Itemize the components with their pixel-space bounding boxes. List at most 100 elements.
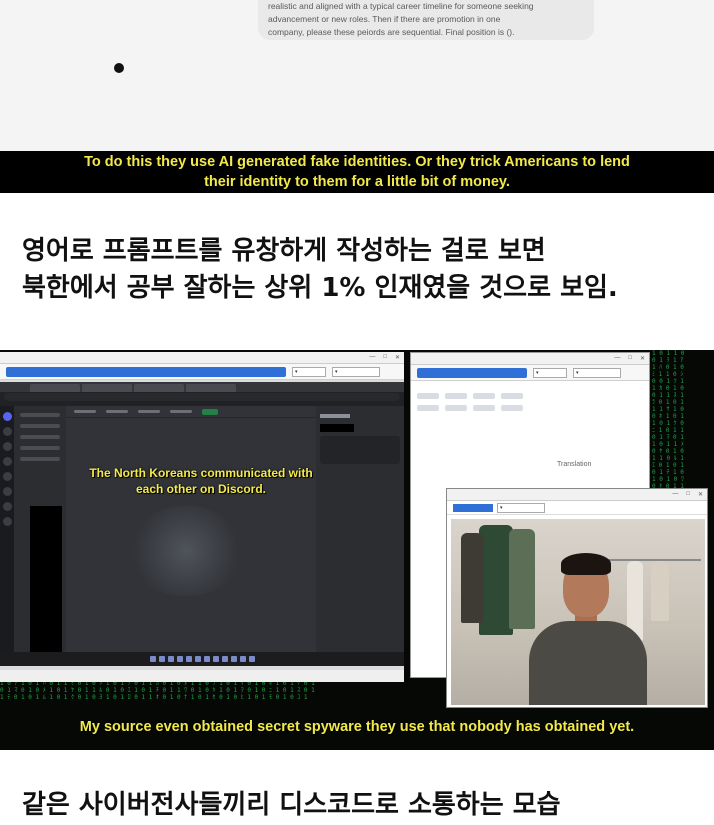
close-icon[interactable]: ✕ [395, 354, 400, 361]
discord-server-icon[interactable] [2, 442, 12, 451]
taskbar-icon[interactable] [248, 656, 255, 662]
overlay-caption-line-1: The North Koreans communicated with [89, 466, 313, 480]
maximize-icon[interactable]: □ [686, 491, 690, 498]
text-mode-tab[interactable] [417, 393, 439, 399]
subtitle-text: My source even obtained secret spyware t… [79, 719, 635, 735]
device-select[interactable]: ▾ [573, 367, 621, 378]
empty-state-illustration [126, 506, 246, 596]
camera-select[interactable]: ▾ [497, 502, 545, 513]
minimize-icon[interactable]: — [614, 355, 620, 362]
taskbar-icon[interactable] [185, 656, 192, 662]
person-body [529, 621, 647, 705]
taskbar-icon[interactable] [221, 656, 228, 662]
taskbar-icon[interactable] [149, 656, 156, 662]
taskbar-icon[interactable] [176, 656, 183, 662]
active-now-title [320, 414, 350, 418]
prompt-line-2: advancement or new roles. Then if there … [268, 14, 501, 24]
person-hair [561, 553, 611, 575]
subtitle-text: To do this they use AI generated fake id… [84, 152, 630, 192]
discord-server-icon[interactable] [2, 517, 12, 526]
browser-tabs [0, 382, 404, 392]
clothes-rack [601, 559, 701, 561]
capture-toolbar: ▾ ▾ [0, 364, 404, 380]
hanging-coat [461, 533, 483, 623]
device-select[interactable]: ▾ [332, 366, 380, 377]
quality-select[interactable]: ▾ [533, 367, 567, 378]
window-titlebar: — □ ✕ [447, 489, 707, 501]
taskbar-icon[interactable] [194, 656, 201, 662]
close-icon[interactable]: ✕ [640, 355, 645, 362]
source-language-select[interactable] [445, 405, 467, 411]
taskbar-icon[interactable] [167, 656, 174, 662]
browser-address-bar[interactable] [4, 393, 400, 401]
add-friend-button[interactable] [202, 408, 218, 415]
subtitle-bar: To do this they use AI generated fake id… [0, 151, 714, 193]
capture-toolbar: ▾ ▾ [411, 365, 649, 381]
hanging-coat [479, 525, 513, 635]
overlay-caption: The North Koreans communicated with each… [76, 465, 326, 497]
discord-home-icon[interactable] [2, 412, 12, 421]
images-mode-tab[interactable] [445, 393, 467, 399]
webcam-feed [451, 519, 705, 705]
browser-tab[interactable] [82, 384, 132, 392]
discord-server-icon[interactable] [2, 427, 12, 436]
dm-item[interactable] [20, 457, 60, 461]
active-now-card[interactable] [320, 436, 400, 464]
dm-item[interactable] [20, 424, 60, 428]
taskbar-icon[interactable] [203, 656, 210, 662]
quality-select[interactable]: ▾ [292, 366, 326, 377]
browser-tab[interactable] [134, 384, 184, 392]
matrix-rain-right: 1 0 1 1 0 0 1 ｦ 1 ｱ 1 ﾊ 0 1 0 ﾐ 1 1 0 ｼ … [652, 350, 685, 490]
video-frame-panel: 1 0 1 1 0 0 1 ｦ 1 ｱ 1 ﾊ 0 1 0 ﾐ 1 1 0 ｼ … [0, 350, 714, 750]
discord-friends-pane [66, 406, 316, 666]
discord-server-icon[interactable] [2, 502, 12, 511]
subtitle-line-1: To do this they use AI generated fake id… [84, 154, 630, 170]
discord-server-list [0, 406, 14, 666]
hanging-coat [509, 529, 535, 629]
capture-button[interactable] [6, 366, 286, 377]
taskbar-icon[interactable] [158, 656, 165, 662]
minimize-icon[interactable]: — [672, 491, 678, 498]
window-controls: — □ ✕ [369, 354, 400, 361]
discord-server-icon[interactable] [2, 472, 12, 481]
capture-button[interactable] [417, 367, 527, 378]
taskbar-icon[interactable] [212, 656, 219, 662]
websites-mode-tab[interactable] [501, 393, 523, 399]
friends-tab[interactable] [74, 410, 96, 413]
source-language-select[interactable] [417, 405, 439, 411]
translation-output: Translation [557, 461, 592, 468]
browser-tab[interactable] [186, 384, 236, 392]
redacted-block [30, 506, 62, 656]
documents-mode-tab[interactable] [473, 393, 495, 399]
taskbar-icon[interactable] [230, 656, 237, 662]
hanging-cloth [651, 561, 669, 621]
taskbar-icon[interactable] [239, 656, 246, 662]
all-tab[interactable] [138, 410, 160, 413]
maximize-icon[interactable]: □ [628, 355, 632, 362]
stop-button[interactable] [453, 503, 493, 512]
dm-item[interactable] [20, 435, 60, 439]
maximize-icon[interactable]: □ [383, 354, 387, 361]
minimize-icon[interactable]: — [369, 354, 375, 361]
typing-dot-icon [114, 63, 124, 73]
pending-tab[interactable] [170, 410, 192, 413]
window-controls: — □ ✕ [672, 491, 703, 498]
discord-server-icon[interactable] [2, 457, 12, 466]
browser-tab[interactable] [30, 384, 80, 392]
discord-server-icon[interactable] [2, 487, 12, 496]
discord-friends-tabs [66, 406, 316, 418]
window-controls: — □ ✕ [614, 355, 645, 362]
redacted-block [320, 424, 354, 432]
chat-screenshot-panel: realistic and aligned with a typical car… [0, 0, 714, 193]
browser-window [0, 382, 404, 666]
online-tab[interactable] [106, 410, 128, 413]
target-language-select[interactable] [501, 405, 523, 411]
swap-languages-icon[interactable] [473, 405, 495, 411]
discord-dm-list [14, 406, 66, 666]
dm-item[interactable] [20, 446, 60, 450]
translator-language-row [417, 405, 643, 411]
chat-prompt-bubble: realistic and aligned with a typical car… [258, 0, 594, 40]
window-titlebar: — □ ✕ [411, 353, 649, 365]
close-icon[interactable]: ✕ [698, 491, 703, 498]
dm-item[interactable] [20, 413, 60, 417]
